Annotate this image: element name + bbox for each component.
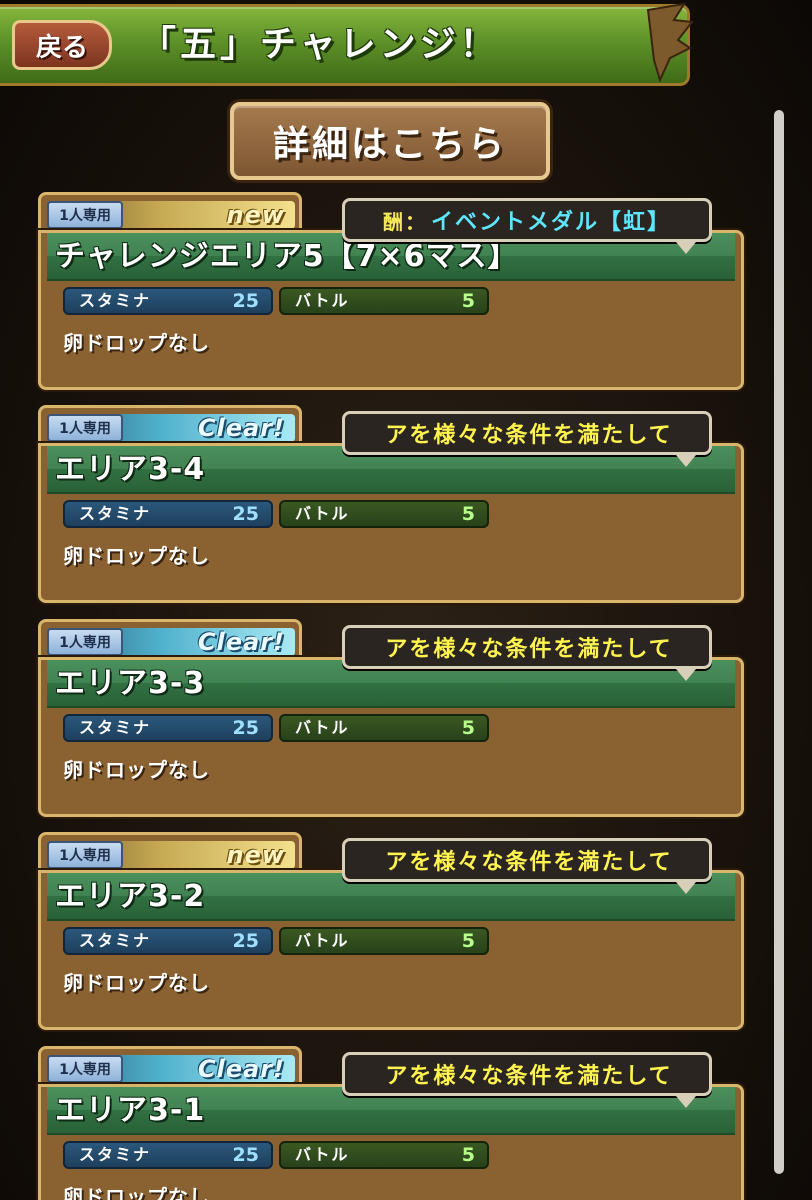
bubble-text: アを様々な条件を満たして [385,423,673,448]
quest-name: エリア3-4 [55,452,206,487]
quest-status: Clear! [197,414,285,442]
stamina-label: スタミナ [79,931,152,950]
battle-label: バトル [295,1145,350,1164]
quest-body: チャレンジエリア5【7×6マス】 スタミナ 25 バトル 5 卵ドロップなし [38,230,744,390]
quest-body: エリア3-3 スタミナ 25 バトル 5 卵ドロップなし [38,657,744,817]
stamina-label: スタミナ [79,291,152,310]
quest-info-bubble: アを様々な条件を満たして [342,411,712,455]
bubble-text: イベントメダル【虹】 [430,210,671,235]
stamina-pill: スタミナ 25 [63,500,273,528]
battle-value: 5 [461,1144,475,1166]
solo-badge: 1人専用 [47,414,123,442]
details-button[interactable]: 詳細はこちら [230,102,550,180]
solo-badge: 1人専用 [47,628,123,656]
quest-body: エリア3-2 スタミナ 25 バトル 5 卵ドロップなし [38,870,744,1030]
battle-pill: バトル 5 [279,927,489,955]
solo-badge: 1人専用 [47,201,123,229]
quest-status: new [226,201,285,229]
bubble-text: アを様々な条件を満たして [385,637,673,662]
quest-card[interactable]: Clear! 1人専用 エリア3-1 スタミナ 25 バトル 5 卵ドロップなし… [38,1046,744,1200]
bubble-tail [676,882,696,894]
quest-info-bubble: アを様々な条件を満たして [342,1052,712,1096]
reward-prefix: 酬： [382,209,427,234]
solo-label: 1人専用 [59,421,111,437]
battle-pill: バトル 5 [279,500,489,528]
quest-body: エリア3-1 スタミナ 25 バトル 5 卵ドロップなし [38,1084,744,1200]
details-button-label: 詳細はこちら [272,124,507,165]
scrollbar[interactable] [774,110,784,1174]
stamina-value: 25 [232,717,259,739]
egg-drop-text: 卵ドロップなし [63,971,210,995]
bubble-tail [676,669,696,681]
bubble-text: アを様々な条件を満たして [385,850,673,875]
battle-pill: バトル 5 [279,287,489,315]
battle-value: 5 [461,717,475,739]
bubble-tail [676,1096,696,1108]
battle-value: 5 [461,290,475,312]
stamina-pill: スタミナ 25 [63,714,273,742]
dragon-tail-icon [646,2,694,83]
battle-value: 5 [461,503,475,525]
solo-label: 1人専用 [59,208,111,224]
quest-info-bubble: 酬： イベントメダル【虹】 [342,198,712,242]
quest-card[interactable]: new 1人専用 チャレンジエリア5【7×6マス】 スタミナ 25 バトル 5 [38,192,744,392]
solo-label: 1人専用 [59,848,111,864]
stamina-label: スタミナ [79,504,152,523]
quest-card[interactable]: Clear! 1人専用 エリア3-3 スタミナ 25 バトル 5 卵ドロップなし… [38,619,744,819]
solo-badge: 1人専用 [47,841,123,869]
stamina-value: 25 [232,1144,259,1166]
stamina-value: 25 [232,503,259,525]
egg-drop-text: 卵ドロップなし [63,758,210,782]
solo-label: 1人専用 [59,1062,111,1078]
quest-info-bubble: アを様々な条件を満たして [342,625,712,669]
quest-status: Clear! [197,1055,285,1083]
back-button[interactable]: 戻る [12,20,112,70]
back-button-label: 戻る [35,32,88,63]
quest-status: new [226,841,285,869]
header: 戻る 「五」チャレンジ！ [0,0,812,92]
quest-name: エリア3-1 [55,1093,206,1128]
quest-body: エリア3-4 スタミナ 25 バトル 5 卵ドロップなし [38,443,744,603]
bubble-tail [676,242,696,254]
quest-info-bubble: アを様々な条件を満たして [342,838,712,882]
solo-badge: 1人専用 [47,1055,123,1083]
stamina-value: 25 [232,930,259,952]
quest-card[interactable]: Clear! 1人専用 エリア3-4 スタミナ 25 バトル 5 卵ドロップなし… [38,405,744,605]
quest-name: エリア3-2 [55,879,206,914]
quest-name: エリア3-3 [55,666,206,701]
egg-drop-text: 卵ドロップなし [63,1185,210,1200]
bubble-tail [676,455,696,467]
stamina-label: スタミナ [79,718,152,737]
quest-card[interactable]: new 1人専用 エリア3-2 スタミナ 25 バトル 5 卵ドロップなし アを… [38,832,744,1032]
battle-pill: バトル 5 [279,1141,489,1169]
battle-label: バトル [295,931,350,950]
egg-drop-text: 卵ドロップなし [63,331,210,355]
quest-status: Clear! [197,628,285,656]
stamina-pill: スタミナ 25 [63,287,273,315]
egg-drop-text: 卵ドロップなし [63,544,210,568]
solo-label: 1人専用 [59,635,111,651]
stamina-label: スタミナ [79,1145,152,1164]
stamina-pill: スタミナ 25 [63,1141,273,1169]
page-title: 「五」チャレンジ！ [140,24,500,65]
battle-label: バトル [295,504,350,523]
battle-pill: バトル 5 [279,714,489,742]
stamina-value: 25 [232,290,259,312]
battle-value: 5 [461,930,475,952]
bubble-text: アを様々な条件を満たして [385,1064,673,1089]
stamina-pill: スタミナ 25 [63,927,273,955]
battle-label: バトル [295,291,350,310]
battle-label: バトル [295,718,350,737]
